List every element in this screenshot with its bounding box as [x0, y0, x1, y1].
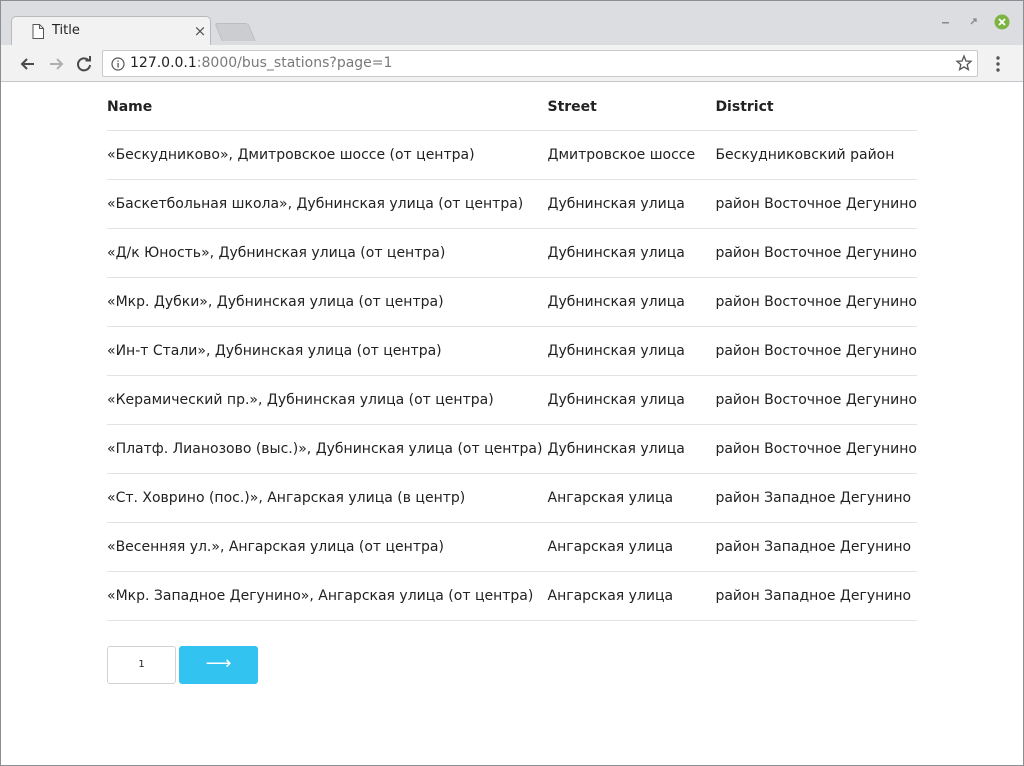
header-district: District — [715, 83, 917, 131]
next-page-button[interactable]: ⟶ — [179, 646, 258, 684]
info-icon[interactable] — [111, 57, 125, 71]
cell-district: район Западное Дегунино — [715, 522, 917, 572]
address-bar[interactable]: 127.0.0.1:8000/bus_stations?page=1 — [102, 50, 978, 77]
cell-district: район Восточное Дегунино — [715, 277, 917, 327]
cell-name: «Баскетбольная школа», Дубнинская улица … — [107, 179, 548, 229]
table-row: «Мкр. Западное Дегунино», Ангарская улиц… — [107, 571, 917, 621]
cell-street: Ангарская улица — [547, 473, 716, 523]
table-row: «Весенняя ул.», Ангарская улица (от цент… — [107, 522, 917, 572]
browser-toolbar: 127.0.0.1:8000/bus_stations?page=1 — [1, 45, 1023, 82]
cell-name: «Мкр. Западное Дегунино», Ангарская улиц… — [107, 571, 548, 621]
cell-street: Дубнинская улица — [547, 326, 716, 376]
cell-name: «Ин-т Стали», Дубнинская улица (от центр… — [107, 326, 548, 376]
kebab-menu-icon[interactable] — [989, 54, 1007, 74]
cell-district: район Восточное Дегунино — [715, 326, 917, 376]
cell-name: «Ст. Ховрино (пос.)», Ангарская улица (в… — [107, 473, 548, 523]
table-row: «Д/к Юность», Дубнинская улица (от центр… — [107, 228, 917, 278]
page-content: Name Street District «Бескудниково», Дми… — [1, 83, 1023, 765]
table-row: «Баскетбольная школа», Дубнинская улица … — [107, 179, 917, 229]
table-row: «Бескудниково», Дмитровское шоссе (от це… — [107, 130, 917, 180]
cell-street: Дубнинская улица — [547, 375, 716, 425]
cell-district: Бескудниковский район — [715, 130, 917, 180]
url-path: :8000/bus_stations?page=1 — [196, 55, 393, 71]
maximize-icon[interactable] — [965, 13, 983, 31]
reload-icon[interactable] — [73, 53, 95, 75]
cell-district: район Восточное Дегунино — [715, 424, 917, 474]
browser-window: Title × 127.0.0.1:8000/bus_stations?page… — [0, 0, 1024, 766]
cell-district: район Западное Дегунино — [715, 473, 917, 523]
cell-name: «Бескудниково», Дмитровское шоссе (от це… — [107, 130, 548, 180]
tab-close-icon[interactable]: × — [192, 22, 208, 40]
table-row: «Ст. Ховрино (пос.)», Ангарская улица (в… — [107, 473, 917, 523]
cell-street: Ангарская улица — [547, 522, 716, 572]
table-header-row: Name Street District — [107, 83, 917, 131]
current-page-button[interactable]: 1 — [107, 646, 176, 684]
cell-district: район Восточное Дегунино — [715, 179, 917, 229]
cell-name: «Весенняя ул.», Ангарская улица (от цент… — [107, 522, 548, 572]
url-text[interactable]: 127.0.0.1:8000/bus_stations?page=1 — [130, 55, 392, 71]
table-row: «Ин-т Стали», Дубнинская улица (от центр… — [107, 326, 917, 376]
tab-active[interactable]: Title × — [11, 16, 211, 46]
tab-title: Title — [52, 23, 80, 38]
cell-street: Дубнинская улица — [547, 228, 716, 278]
header-name: Name — [107, 83, 548, 131]
cell-name: «Д/к Юность», Дубнинская улица (от центр… — [107, 228, 548, 278]
bus-stations-table: Name Street District «Бескудниково», Дми… — [107, 83, 917, 621]
cell-street: Дмитровское шоссе — [547, 130, 716, 180]
window-close-icon[interactable] — [993, 13, 1011, 31]
url-host: 127.0.0.1 — [130, 55, 197, 71]
header-street: Street — [547, 83, 716, 131]
new-tab-button[interactable] — [214, 23, 256, 41]
cell-district: район Восточное Дегунино — [715, 228, 917, 278]
cell-street: Дубнинская улица — [547, 424, 716, 474]
cell-street: Ангарская улица — [547, 571, 716, 621]
cell-name: «Мкр. Дубки», Дубнинская улица (от центр… — [107, 277, 548, 327]
cell-district: район Восточное Дегунино — [715, 375, 917, 425]
cell-name: «Платф. Лианозово (выс.)», Дубнинская ул… — [107, 424, 548, 474]
forward-arrow-icon[interactable] — [45, 53, 67, 75]
table-row: «Платф. Лианозово (выс.)», Дубнинская ул… — [107, 424, 917, 474]
minimize-icon[interactable] — [937, 13, 955, 31]
table-row: «Керамический пр.», Дубнинская улица (от… — [107, 375, 917, 425]
document-icon — [32, 24, 44, 39]
bookmark-star-icon[interactable] — [955, 54, 973, 72]
table-row: «Мкр. Дубки», Дубнинская улица (от центр… — [107, 277, 917, 327]
cell-street: Дубнинская улица — [547, 277, 716, 327]
cell-street: Дубнинская улица — [547, 179, 716, 229]
title-bar: Title × — [1, 1, 1023, 46]
cell-district: район Западное Дегунино — [715, 571, 917, 621]
cell-name: «Керамический пр.», Дубнинская улица (от… — [107, 375, 548, 425]
back-arrow-icon[interactable] — [17, 53, 39, 75]
